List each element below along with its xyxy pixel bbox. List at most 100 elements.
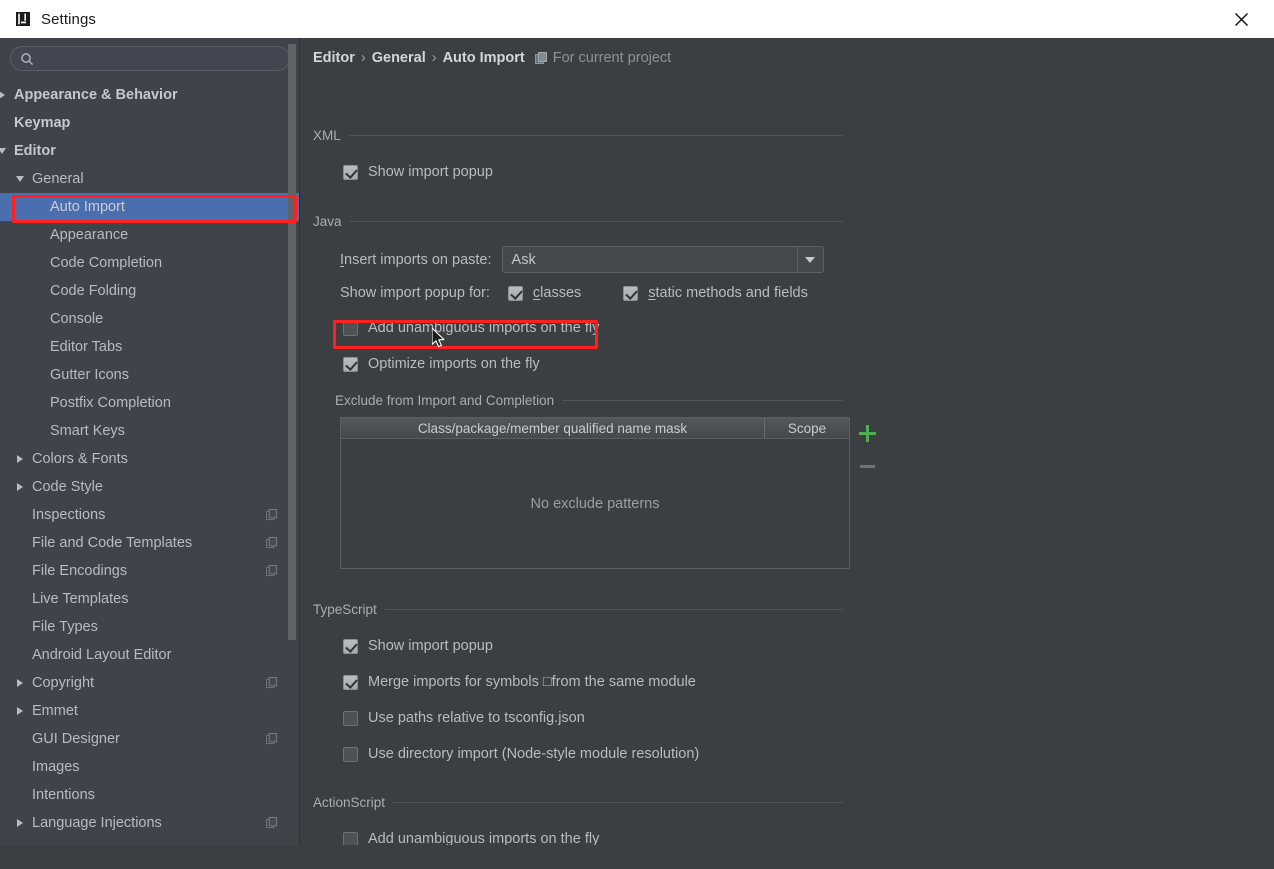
sidebar-item-label: Intentions [32, 787, 95, 803]
checkbox-row-ts-merge-imports[interactable]: Merge imports for symbols □from the same… [343, 671, 843, 693]
chevron-right-icon[interactable] [14, 817, 26, 829]
sidebar-item-code-style[interactable]: Code Style [0, 473, 300, 501]
sidebar-item-code-folding[interactable]: Code Folding [0, 277, 300, 305]
checkbox-row-as-add-unambiguous[interactable]: Add unambiguous imports on the fly [343, 828, 843, 845]
exclude-table[interactable]: Class/package/member qualified name mask… [340, 417, 850, 569]
checkbox-as-add-unambiguous-imports[interactable] [343, 831, 358, 845]
search-input[interactable] [34, 51, 289, 66]
sidebar-item-label: File and Code Templates [32, 535, 193, 551]
breadcrumb-segment-auto-import[interactable]: Auto Import [443, 50, 525, 66]
column-header-scope[interactable]: Scope [765, 418, 849, 438]
search-icon [20, 52, 34, 66]
sidebar-item-label: Copyright [32, 675, 95, 691]
settings-window: Settings Appearance & Behavior Keymap Edit… [0, 0, 1274, 869]
insert-imports-on-paste-row: Insert imports on paste: Ask [340, 246, 843, 273]
project-scope-icon [266, 733, 278, 745]
section-java: Java Insert imports on paste: Ask Show i… [313, 214, 876, 569]
sidebar-item-copyright[interactable]: Copyright [0, 669, 300, 697]
search-box[interactable] [10, 46, 290, 71]
checkbox-label: Show import popup [368, 638, 493, 654]
chevron-down-icon[interactable] [14, 173, 26, 185]
checkbox-optimize-imports-on-the-fly[interactable] [343, 356, 358, 372]
chevron-down-icon[interactable] [0, 145, 8, 157]
chevron-right-icon[interactable] [0, 89, 8, 101]
project-scope-icon [266, 565, 278, 577]
chevron-right-icon[interactable] [14, 481, 26, 493]
column-header-name-mask[interactable]: Class/package/member qualified name mask [341, 418, 765, 438]
project-scope-icon [266, 537, 278, 549]
sidebar-item-smart-keys[interactable]: Smart Keys [0, 417, 300, 445]
checkbox-row-add-unambiguous-imports[interactable]: Add unambiguous imports on the fly [343, 317, 843, 339]
sidebar-item-editor-tabs[interactable]: Editor Tabs [0, 333, 300, 361]
checkbox-row-ts-use-paths-relative[interactable]: Use paths relative to tsconfig.json [343, 707, 843, 729]
checkbox-row-xml-show-import-popup[interactable]: Show import popup [343, 161, 843, 183]
sidebar-item-label: GUI Designer [32, 731, 120, 747]
chevron-right-icon[interactable] [14, 677, 26, 689]
settings-sidebar: Appearance & Behavior Keymap Editor General… [0, 38, 300, 845]
sidebar-item-gutter-icons[interactable]: Gutter Icons [0, 361, 300, 389]
chevron-right-icon[interactable] [14, 705, 26, 717]
sidebar-item-console[interactable]: Console [0, 305, 300, 333]
minus-icon [859, 465, 875, 468]
breadcrumb-segment-editor[interactable]: Editor [313, 50, 355, 66]
intellij-idea-logo-icon [14, 11, 31, 28]
sidebar-item-label: Images [32, 759, 80, 775]
breadcrumb-separator: › [431, 50, 437, 66]
sidebar-scrollbar-thumb[interactable] [288, 44, 296, 640]
sidebar-item-label: Auto Import [50, 199, 125, 215]
checkbox-ts-show-import-popup[interactable] [343, 638, 358, 654]
sidebar-item-keymap[interactable]: Keymap [0, 109, 300, 137]
sidebar-item-postfix-completion[interactable]: Postfix Completion [0, 389, 300, 417]
checkbox-row-optimize-imports[interactable]: Optimize imports on the fly [343, 353, 843, 375]
checkbox-ts-merge-imports[interactable] [343, 674, 358, 690]
sidebar-item-inspections[interactable]: Inspections [0, 501, 300, 529]
checkbox-ts-use-paths-relative[interactable] [343, 710, 358, 726]
sidebar-item-file-and-code-templates[interactable]: File and Code Templates [0, 529, 300, 557]
sidebar-item-intentions[interactable]: Intentions [0, 781, 300, 809]
insert-imports-combobox[interactable]: Ask [501, 246, 824, 273]
checkbox-label: Add unambiguous imports on the fly [368, 320, 600, 336]
sidebar-item-file-types[interactable]: File Types [0, 613, 300, 641]
checkbox-xml-show-import-popup[interactable] [343, 164, 358, 180]
section-typescript-title: TypeScript [313, 602, 377, 617]
breadcrumb: Editor › General › Auto Import For curre… [313, 50, 671, 66]
sidebar-item-general[interactable]: General [0, 165, 300, 193]
section-actionscript-header: ActionScript [313, 795, 843, 810]
sidebar-item-label: Keymap [14, 115, 71, 131]
sidebar-item-appearance-behavior[interactable]: Appearance & Behavior [0, 81, 300, 109]
settings-content: Editor › General › Auto Import For curre… [300, 38, 1274, 845]
sidebar-item-label: Postfix Completion [50, 395, 171, 411]
sidebar-item-label: Appearance & Behavior [14, 87, 178, 103]
sidebar-item-auto-import[interactable]: Auto Import [0, 193, 300, 221]
checkbox-row-ts-show-import-popup[interactable]: Show import popup [343, 635, 843, 657]
chevron-down-icon[interactable] [796, 247, 823, 272]
sidebar-item-colors-fonts[interactable]: Colors & Fonts [0, 445, 300, 473]
sidebar-item-code-completion[interactable]: Code Completion [0, 249, 300, 277]
close-icon[interactable] [1218, 0, 1264, 38]
sidebar-item-label: Editor [14, 143, 56, 159]
add-exclude-pattern-button[interactable] [851, 417, 883, 450]
sidebar-item-language-injections[interactable]: Language Injections [0, 809, 300, 837]
sidebar-item-gui-designer[interactable]: GUI Designer [0, 725, 300, 753]
sidebar-item-images[interactable]: Images [0, 753, 300, 781]
checkbox-label: Use paths relative to tsconfig.json [368, 710, 585, 726]
checkbox-row-ts-use-directory-import[interactable]: Use directory import (Node-style module … [343, 743, 843, 765]
sidebar-item-emmet[interactable]: Emmet [0, 697, 300, 725]
breadcrumb-segment-general[interactable]: General [372, 50, 426, 66]
chevron-right-icon[interactable] [14, 453, 26, 465]
sidebar-item-editor[interactable]: Editor [0, 137, 300, 165]
checkbox-ts-use-directory-import[interactable] [343, 746, 358, 762]
exclude-table-header: Class/package/member qualified name mask… [341, 418, 849, 439]
sidebar-item-label: Appearance [50, 227, 129, 243]
sidebar-item-live-templates[interactable]: Live Templates [0, 585, 300, 613]
sidebar-item-android-layout-editor[interactable]: Android Layout Editor [0, 641, 300, 669]
sidebar-item-file-encodings[interactable]: File Encodings [0, 557, 300, 585]
checkbox-add-unambiguous-imports[interactable] [343, 320, 358, 336]
sidebar-item-label: Live Templates [32, 591, 129, 607]
checkbox-classes[interactable] [507, 285, 523, 301]
checkbox-static-methods-and-fields[interactable] [623, 285, 639, 301]
remove-exclude-pattern-button[interactable] [851, 450, 883, 483]
sidebar-item-appearance[interactable]: Appearance [0, 221, 300, 249]
project-scope-icon [266, 677, 278, 689]
exclude-section-header: Exclude from Import and Completion [335, 393, 843, 408]
